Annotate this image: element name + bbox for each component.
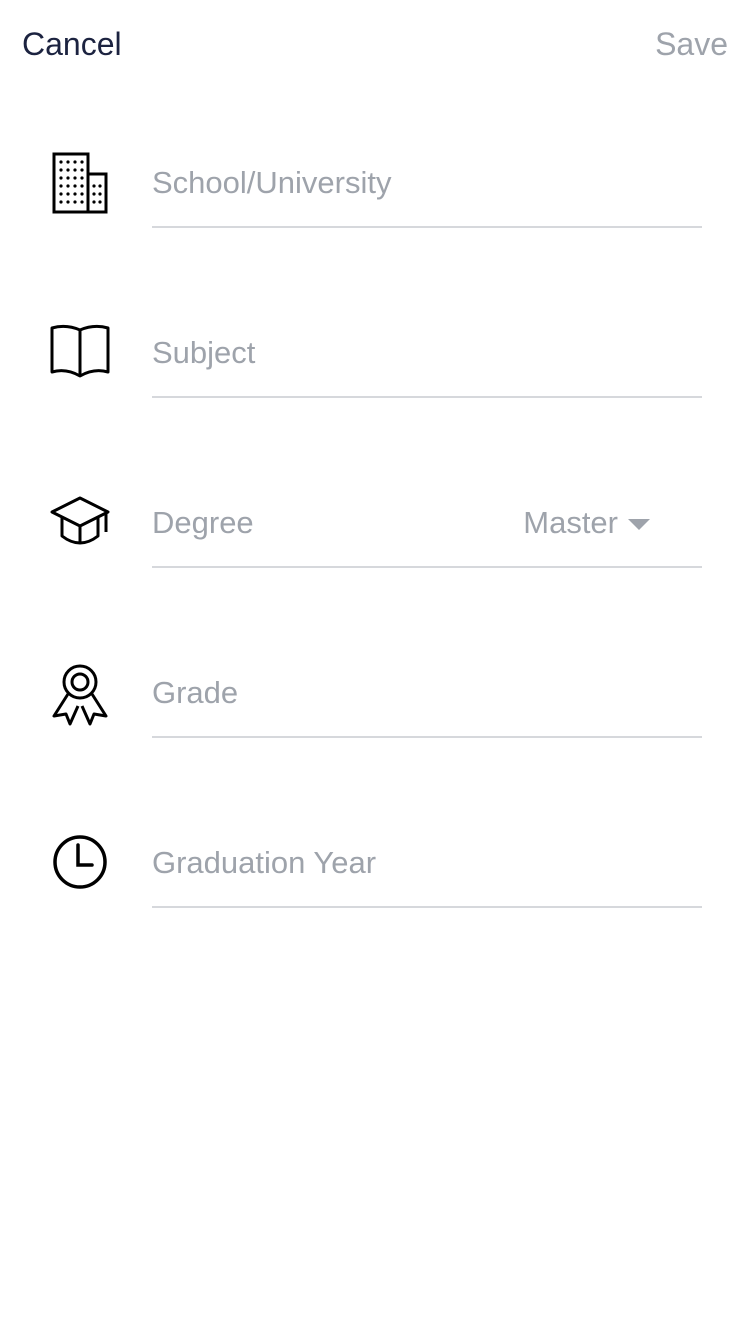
degree-label: Degree [152,505,254,540]
degree-dropdown[interactable]: Master [523,503,650,543]
degree-selected-value: Master [523,505,618,540]
grade-row [0,648,750,768]
save-button[interactable]: Save [655,24,728,64]
clock-icon [48,830,112,894]
cancel-button[interactable]: Cancel [22,24,122,64]
graduation-year-input[interactable] [152,840,682,886]
school-field [152,138,702,228]
open-book-icon [48,320,112,384]
building-icon [48,152,112,216]
graduation-year-row [0,818,750,938]
top-bar: Cancel Save [0,0,750,90]
award-ribbon-icon [48,662,112,726]
subject-input[interactable] [152,330,682,376]
school-input[interactable] [152,160,682,206]
school-row [0,138,750,258]
grade-input[interactable] [152,670,682,716]
degree-row: Degree Master [0,478,750,598]
subject-row [0,308,750,428]
grade-field [152,648,702,738]
caret-down-icon [628,518,650,530]
subject-field [152,308,702,398]
degree-field: Degree Master [152,478,702,568]
graduation-year-field [152,818,702,908]
graduation-cap-icon [48,492,112,556]
